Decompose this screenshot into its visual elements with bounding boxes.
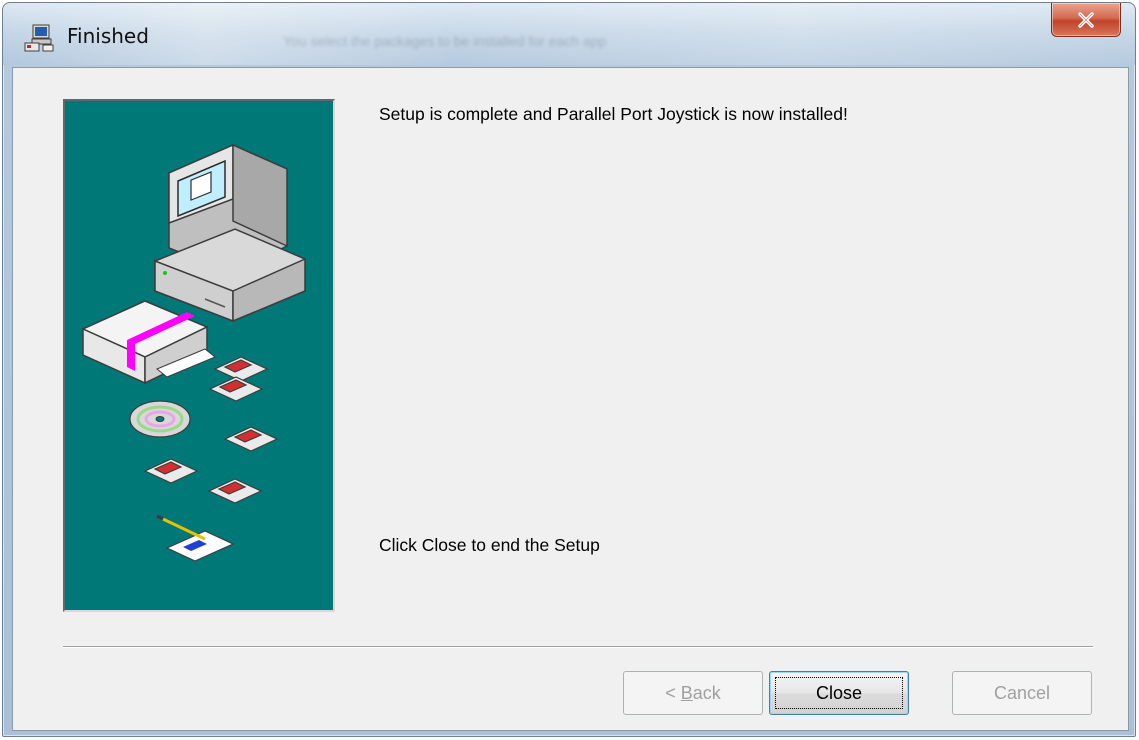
back-button-label: ack — [692, 682, 721, 703]
close-window-button[interactable] — [1051, 3, 1121, 37]
close-icon — [1078, 11, 1094, 28]
cancel-button-label: Cancel — [993, 682, 1051, 703]
completion-message: Setup is complete and Parallel Port Joys… — [379, 104, 848, 124]
cancel-button[interactable]: Cancel — [952, 671, 1092, 715]
setup-wizard-illustration — [81, 143, 306, 562]
back-button-prefix: < — [665, 682, 681, 703]
title-bar[interactable]: You select the packages to be installed … — [3, 3, 1135, 65]
background-window-ghost-text: You select the packages to be installed … — [283, 33, 607, 49]
dialog-body: Setup is complete and Parallel Port Joys… — [12, 67, 1129, 731]
instruction-message: Click Close to end the Setup — [379, 535, 600, 555]
setup-window: You select the packages to be installed … — [2, 2, 1136, 737]
setup-wizard-illustration-panel — [63, 99, 335, 612]
focus-rectangle — [775, 677, 903, 709]
window-title: Finished — [67, 24, 149, 48]
back-button-mnemonic: B — [680, 682, 693, 703]
back-button[interactable]: < Back — [623, 671, 763, 715]
setup-computer-icon — [24, 24, 54, 52]
close-button[interactable]: Close — [769, 671, 909, 715]
button-divider — [63, 646, 1093, 648]
